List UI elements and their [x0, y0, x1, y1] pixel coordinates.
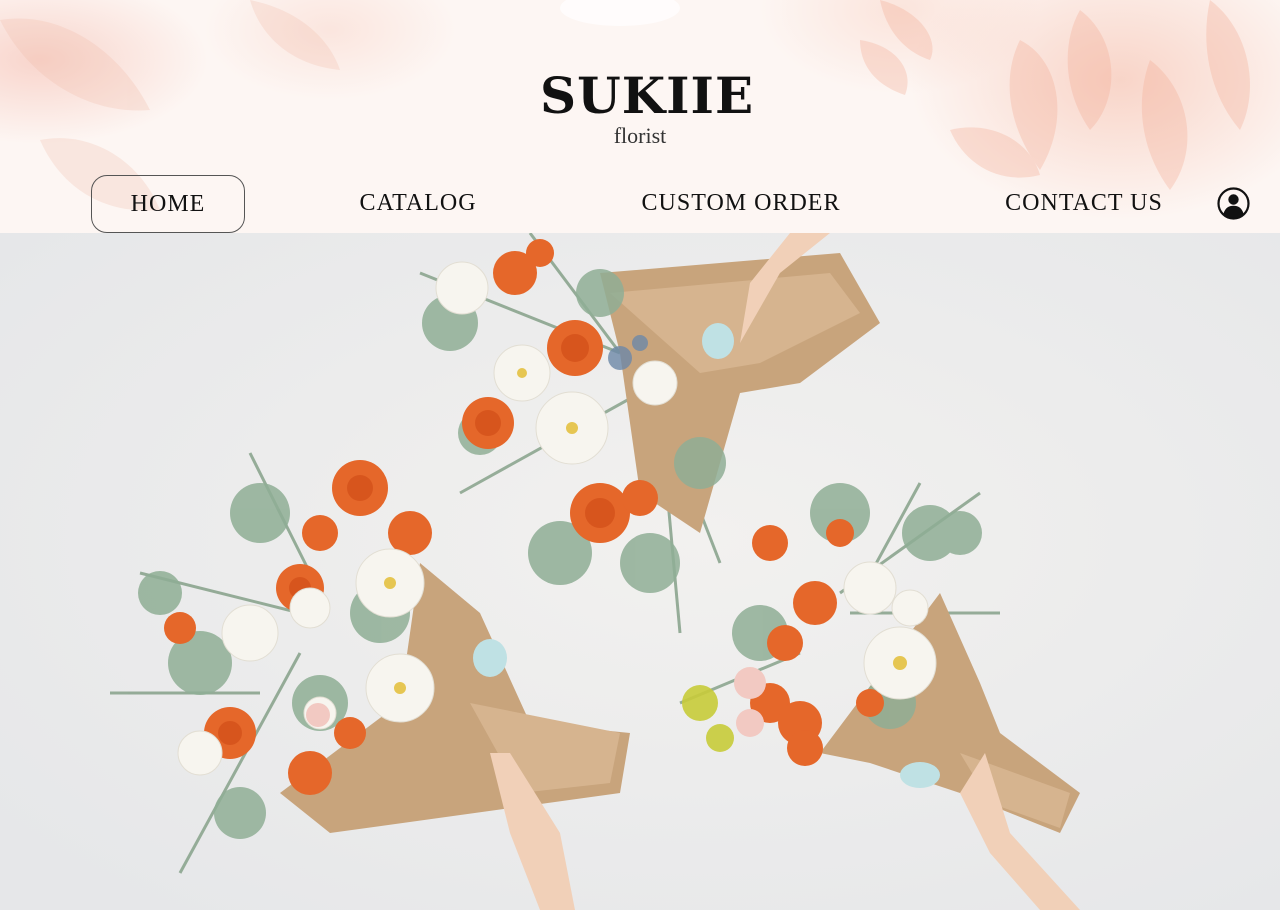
nav-home[interactable]: HOME	[91, 175, 245, 233]
nav-custom-order[interactable]: CUSTOM ORDER	[625, 175, 857, 233]
brand-logo[interactable]: SUKIIE florist	[540, 66, 755, 148]
bouquets-photo	[0, 233, 1280, 910]
nav-catalog[interactable]: CATALOG	[340, 175, 496, 233]
brand-tagline: florist	[613, 123, 667, 148]
user-circle-icon	[1217, 187, 1250, 220]
hero-image	[0, 233, 1280, 910]
site-header: SUKIIE florist HOME CATALOG CUSTOM ORDER…	[0, 0, 1280, 233]
nav-contact-us[interactable]: CONTACT US	[995, 175, 1173, 233]
brand-name: SUKIIE	[540, 66, 755, 125]
account-button[interactable]	[1217, 187, 1250, 220]
